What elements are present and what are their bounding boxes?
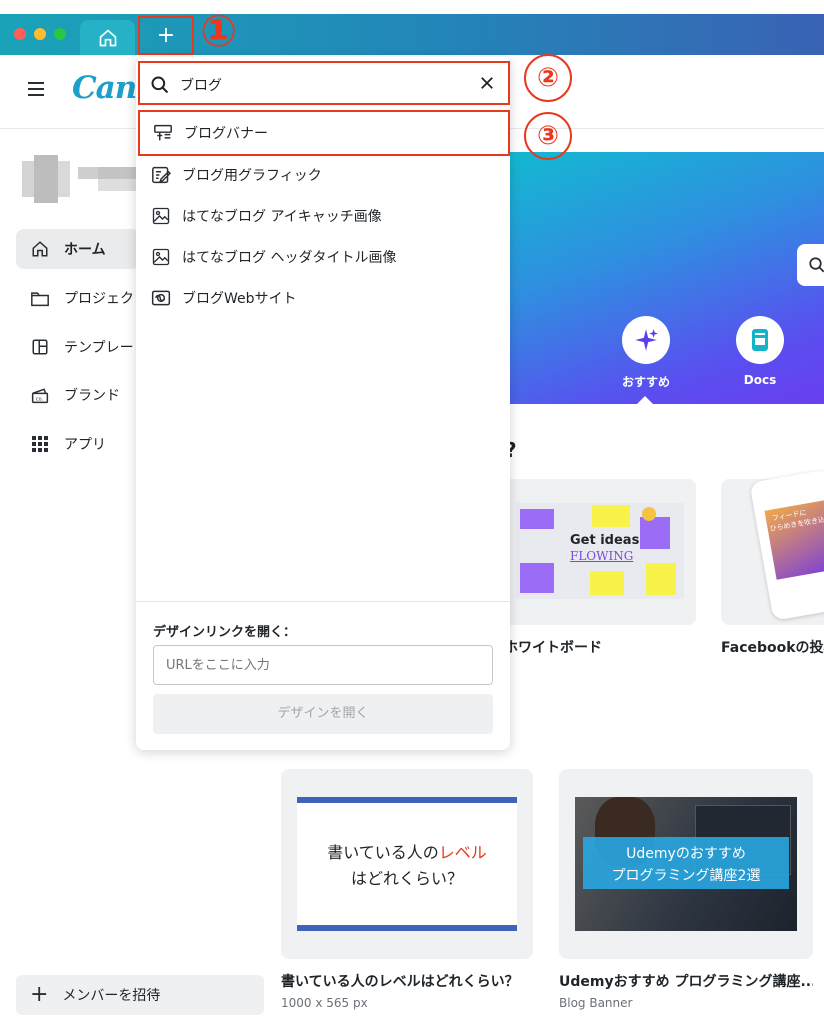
svg-text:co.: co.	[36, 397, 44, 403]
open-design-button[interactable]: デザインを開く	[153, 694, 493, 734]
tab-recommended[interactable]	[622, 316, 670, 364]
tab-home[interactable]	[80, 20, 135, 55]
graphic-edit-icon	[152, 166, 171, 184]
whiteboard-image-text: FLOWING	[570, 549, 634, 563]
card-title[interactable]: Facebookの投稿	[721, 637, 824, 657]
udemy-image-text: プログラミング講座2選	[611, 868, 761, 884]
active-tab-indicator	[636, 396, 654, 405]
maximize-window-button[interactable]	[54, 28, 66, 40]
apps-grid-icon	[32, 436, 48, 452]
banner-icon	[154, 124, 172, 141]
search-result-label: はてなブログ ヘッダタイトル画像	[182, 250, 397, 266]
minimize-window-button[interactable]	[34, 28, 46, 40]
card-type: Blog Banner	[559, 996, 633, 1010]
avatar[interactable]	[22, 155, 142, 203]
card-title[interactable]: Udemyおすすめ プログラミング講座...	[559, 971, 813, 991]
card-title[interactable]: 書いている人のレベルはどれくらい？	[281, 971, 533, 991]
blog-level-image-text-highlight: レベル	[438, 843, 487, 862]
search-result-blog-graphic[interactable]: ブログ用グラフィック	[138, 155, 510, 195]
sparkle-icon	[635, 329, 658, 351]
sidebar-item-label: アプリ	[64, 437, 106, 453]
search-result-label: ブログ用グラフィック	[182, 168, 322, 184]
new-tab-button[interactable]: +	[138, 16, 194, 55]
design-card-whiteboard[interactable]: Get ideas FLOWING	[504, 479, 696, 625]
tab-recommended-label: おすすめ	[621, 375, 670, 389]
search-result-blog-banner[interactable]: ブログバナー	[138, 110, 510, 156]
design-card-facebook[interactable]: フィードに ひらめきを吹き込	[721, 469, 824, 625]
folder-icon	[31, 292, 49, 307]
search-result-blog-website[interactable]: ブログWebサイト	[138, 278, 510, 318]
whiteboard-image-text: Get ideas	[570, 533, 640, 548]
design-card-udemy[interactable]: Udemyのおすすめ プログラミング講座2選	[559, 769, 813, 959]
website-icon	[151, 290, 171, 306]
blog-level-image-text: はどれくらい？	[350, 869, 463, 888]
search-icon	[151, 76, 169, 94]
search-query: ブログ	[180, 78, 222, 94]
home-icon	[32, 241, 48, 257]
design-card-blog-level[interactable]: 書いている人のレベル はどれくらい？	[281, 769, 533, 959]
invite-members-button[interactable]: + メンバーを招待	[16, 975, 264, 1015]
annotation-2: ②	[524, 54, 572, 102]
menu-icon[interactable]	[28, 82, 44, 96]
sidebar-item-label: ブランド	[64, 388, 120, 404]
docs-icon	[752, 329, 768, 351]
tab-docs[interactable]	[736, 316, 784, 364]
search-result-hatena-eyecatch[interactable]: はてなブログ アイキャッチ画像	[138, 196, 510, 236]
sidebar-item-home[interactable]: ホーム	[16, 229, 140, 269]
annotation-3: ③	[524, 112, 572, 160]
invite-members-label: メンバーを招待	[62, 988, 161, 1004]
design-link-label: デザインリンクを開く：	[153, 625, 297, 640]
hero-banner	[506, 152, 824, 404]
blog-level-image-text: 書いている人の	[327, 843, 439, 862]
home-icon	[99, 28, 116, 46]
search-result-label: はてなブログ アイキャッチ画像	[182, 209, 382, 225]
close-window-button[interactable]	[14, 28, 26, 40]
sidebar-item-label: ホーム	[64, 242, 106, 258]
hero-search-box[interactable]	[797, 244, 824, 286]
search-icon	[809, 257, 824, 273]
image-icon	[152, 248, 170, 266]
close-icon[interactable]	[478, 74, 496, 92]
udemy-image-text: Udemyのおすすめ	[626, 846, 746, 862]
dropdown-divider	[136, 601, 510, 602]
image-icon	[152, 207, 170, 225]
plus-icon: +	[30, 982, 49, 1007]
search-result-hatena-header[interactable]: はてなブログ ヘッダタイトル画像	[138, 237, 510, 277]
card-dimensions: 1000 x 565 px	[281, 996, 368, 1010]
tab-docs-label: Docs	[743, 373, 777, 387]
card-title[interactable]: ホワイトボード	[504, 637, 694, 657]
design-url-input[interactable]	[153, 645, 493, 685]
plus-icon: +	[156, 22, 176, 48]
search-input[interactable]: ブログ	[138, 61, 510, 105]
annotation-1: ①	[200, 6, 238, 57]
template-icon	[32, 339, 48, 355]
search-result-label: ブログWebサイト	[182, 291, 297, 307]
search-result-label: ブログバナー	[184, 126, 268, 142]
brand-icon: co.	[31, 388, 49, 404]
